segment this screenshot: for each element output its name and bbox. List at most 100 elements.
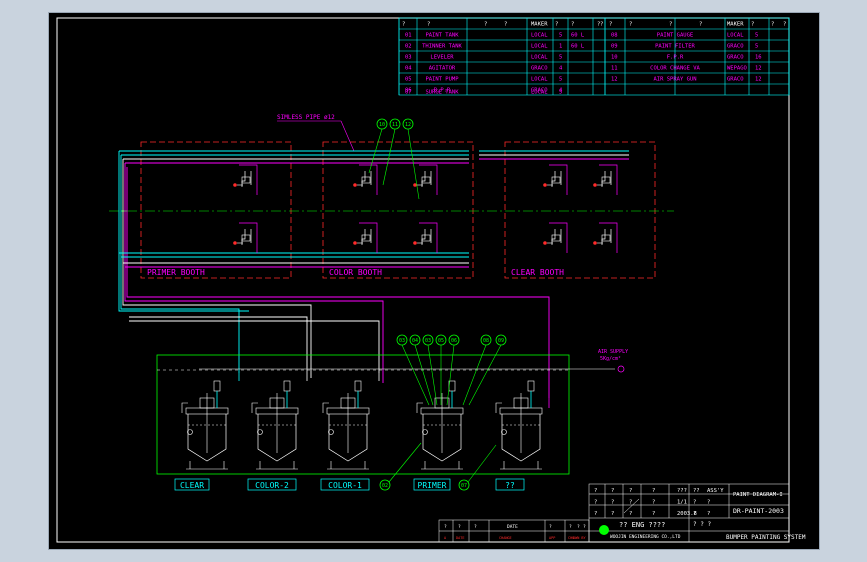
balloon-leader bbox=[382, 128, 396, 186]
parts-maker: LOCAL bbox=[531, 77, 548, 83]
air-supply-label: AIR SUPPLY bbox=[598, 349, 628, 355]
title-cell: ?? bbox=[693, 488, 700, 494]
item-balloon-number: 06 bbox=[451, 338, 457, 344]
title-cell: ? bbox=[707, 511, 710, 517]
parts-table-header: ? bbox=[571, 22, 574, 28]
paint-filter bbox=[527, 380, 535, 392]
parts-name: LEVELER bbox=[430, 55, 454, 61]
title-block-text: ????????? ASS'Y???? 1/1?????? 2003.8?? bbox=[594, 488, 724, 517]
color-change-valve bbox=[241, 229, 252, 245]
project-label: ? ? ? bbox=[693, 521, 711, 528]
spray-gun-station bbox=[593, 164, 618, 195]
parts-table-header: ? bbox=[484, 22, 487, 28]
parts-name: F.P.R bbox=[667, 55, 684, 61]
parts-table-header: ? bbox=[669, 22, 672, 28]
revision-mark: DWN BY bbox=[573, 536, 587, 540]
title-cell: ? bbox=[629, 500, 632, 506]
parts-table-header: ? bbox=[699, 22, 702, 28]
parts-name: COLOR CHANGE VA bbox=[650, 66, 700, 72]
item-balloon-number: 09 bbox=[498, 338, 504, 344]
balloon-leader bbox=[462, 344, 487, 406]
paint-tank bbox=[251, 380, 299, 470]
parts-capacity: 60 L bbox=[571, 33, 585, 39]
title-cell: ? bbox=[652, 511, 655, 517]
air-supply-valve-icon bbox=[617, 365, 625, 373]
parts-no: 01 bbox=[405, 33, 412, 39]
revision-label: ? bbox=[549, 524, 552, 530]
booth-primer bbox=[140, 141, 292, 279]
parts-capacity: 60 L bbox=[571, 44, 585, 50]
title-cell: ? bbox=[707, 500, 710, 506]
parts-name: AGITATOR bbox=[429, 66, 456, 72]
fpr-regulator bbox=[551, 176, 561, 184]
parts-table-header: ? bbox=[609, 22, 612, 28]
parts-table-header: ? bbox=[555, 22, 558, 28]
tank-legs bbox=[500, 461, 542, 470]
color-change-valve bbox=[551, 171, 562, 187]
spray-gun-station bbox=[233, 222, 258, 253]
parts-table-header: ? bbox=[771, 22, 774, 28]
drawing-border bbox=[56, 17, 790, 543]
parts-no: 09 bbox=[611, 44, 618, 50]
spray-gun-icon bbox=[413, 241, 417, 245]
spray-gun-station bbox=[543, 164, 568, 195]
fpr-regulator bbox=[601, 234, 611, 242]
air-supply-pressure: 5Kg/cm² bbox=[600, 356, 621, 362]
pipe-label-leader bbox=[340, 120, 355, 152]
spray-gun-icon bbox=[543, 241, 547, 245]
title-cell: ? bbox=[693, 500, 696, 506]
gun-hose bbox=[239, 222, 258, 253]
spray-gun-station bbox=[413, 164, 438, 195]
parts-maker: GRACO bbox=[727, 44, 744, 50]
color-change-valve bbox=[421, 229, 432, 245]
tank-legs bbox=[327, 461, 369, 470]
parts-table-header: ? bbox=[600, 22, 603, 28]
parts-no: 08 bbox=[611, 33, 618, 39]
spray-gun-icon bbox=[543, 183, 547, 187]
parts-qty: 5 bbox=[755, 44, 758, 50]
title-cell: ? bbox=[611, 511, 614, 517]
spray-gun-icon bbox=[353, 241, 357, 245]
paint-kitchen-area bbox=[156, 354, 570, 475]
paint-tanks bbox=[181, 368, 550, 470]
parts-qty: 5 bbox=[755, 33, 758, 39]
parts-qty: 5 bbox=[559, 77, 562, 83]
tank-label: COLOR-1 bbox=[328, 481, 362, 490]
spray-gun-station bbox=[593, 222, 618, 253]
spray-gun-station bbox=[353, 222, 378, 253]
title-cell: ? bbox=[629, 511, 632, 517]
parts-maker: LOCAL bbox=[531, 90, 548, 96]
company-logo-icon bbox=[599, 525, 609, 535]
title-cell: ? bbox=[594, 488, 597, 494]
color-change-valve bbox=[361, 229, 372, 245]
balloon-leader bbox=[468, 344, 502, 406]
spray-gun-station bbox=[233, 164, 258, 195]
color-change-valve bbox=[601, 171, 612, 187]
color-change-valve bbox=[601, 229, 612, 245]
title-cell: ? bbox=[693, 511, 696, 517]
parts-no: 07 bbox=[405, 90, 412, 96]
item-balloon-number: 08 bbox=[483, 338, 489, 344]
parts-no: 04 bbox=[405, 66, 412, 72]
fpr-regulator bbox=[601, 176, 611, 184]
drawing-number: DR-PAINT-2003 bbox=[733, 507, 784, 515]
color-change-valve bbox=[361, 171, 372, 187]
pipe-label: SIMLESS PIPE ø12 bbox=[277, 114, 335, 121]
title-cell: ? bbox=[594, 500, 597, 506]
paint-diagram: ???? MAKER???????? MAKER?? ?01 PAINT TANK LOC… bbox=[56, 17, 806, 543]
color-change-valve bbox=[551, 229, 562, 245]
tank-labels: CLEAR COLOR-2 COLOR-1 PRIMER?? bbox=[174, 478, 525, 491]
parts-table-header: ? bbox=[783, 22, 786, 28]
parts-maker: GRACO bbox=[727, 77, 744, 83]
parts-no: 10 bbox=[611, 55, 618, 61]
color-change-valve bbox=[241, 171, 252, 187]
title-cell: ? bbox=[594, 511, 597, 517]
tank-label: PRIMER bbox=[418, 481, 447, 490]
parts-name: PAINT PUMP bbox=[425, 77, 459, 83]
spray-gun-station bbox=[413, 222, 438, 253]
balloon-leader bbox=[414, 344, 434, 406]
revision-mark: A bbox=[444, 536, 447, 540]
parts-table-header: ? bbox=[751, 22, 754, 28]
fpr-regulator bbox=[361, 234, 371, 242]
parts-no: 05 bbox=[405, 77, 412, 83]
